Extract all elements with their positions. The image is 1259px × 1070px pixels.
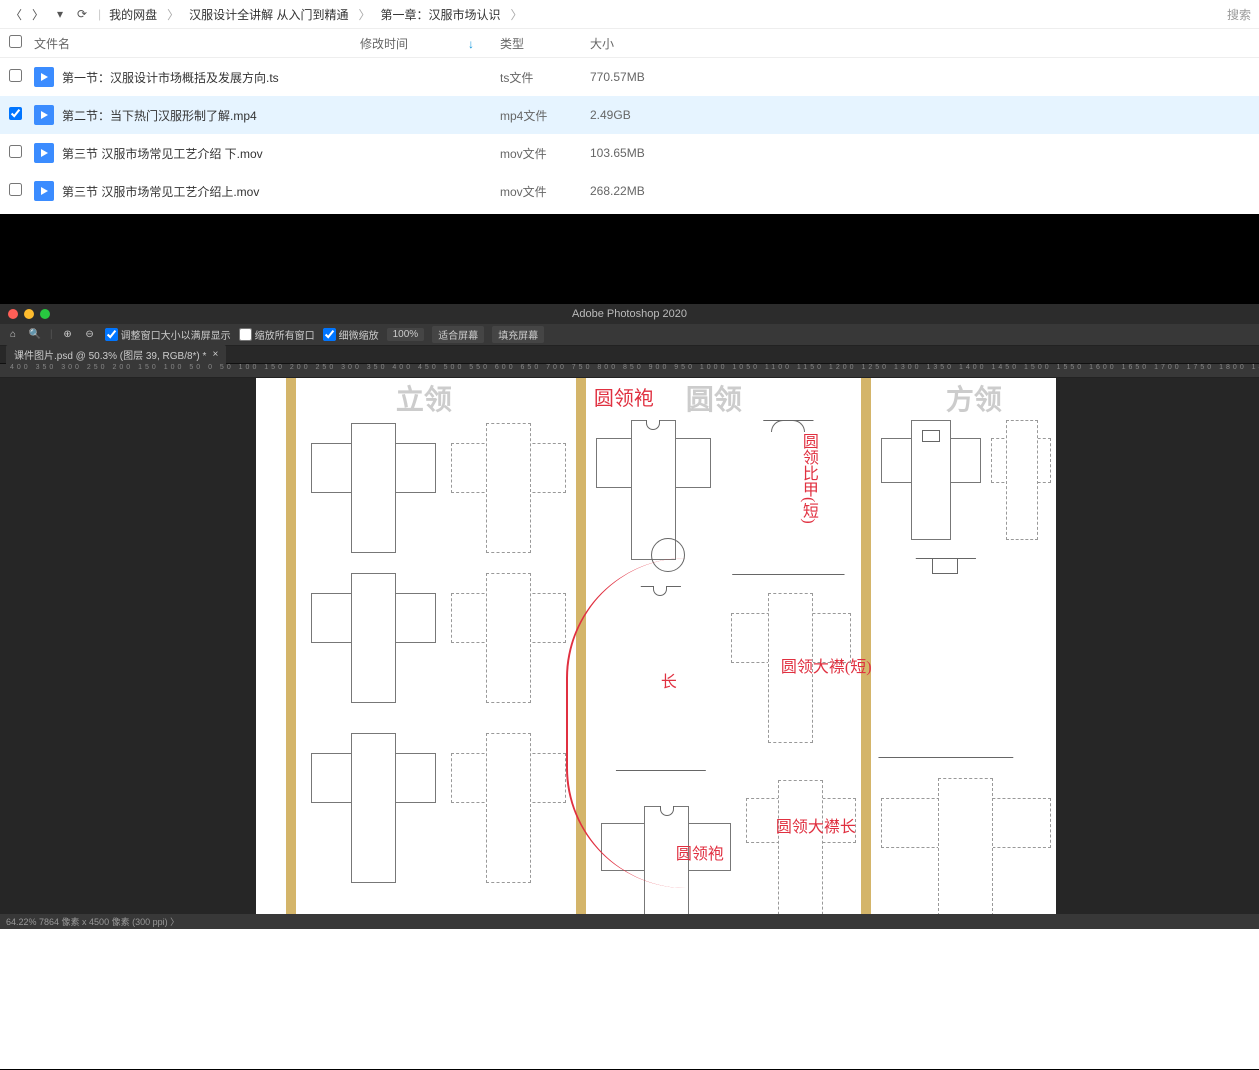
square-collar [932, 558, 958, 574]
file-name: 第二节：当下热门汉服形制了解.mp4 [62, 107, 257, 124]
zoom-all-checkbox[interactable]: 缩放所有窗口 [239, 327, 315, 342]
table-row[interactable]: 第三节 汉服市场常见工艺介绍上.mov mov文件268.22MB [0, 172, 1259, 210]
file-browser: 〈 〉 ▾ ⟳ | 我的网盘 〉 汉服设计全讲解 从入门到精通 〉 第一章：汉服… [0, 0, 1259, 214]
neckline [771, 420, 805, 432]
document-tab-bar: 课件图片.psd @ 50.3% (图层 39, RGB/8*) *× [0, 346, 1259, 364]
zoom-100-button[interactable]: 100% [387, 328, 425, 341]
browser-toolbar: 〈 〉 ▾ ⟳ | 我的网盘 〉 汉服设计全讲解 从入门到精通 〉 第一章：汉服… [0, 0, 1259, 28]
video-file-icon [34, 181, 54, 201]
garment-vest [726, 420, 851, 575]
column-title: 立领 [396, 378, 452, 418]
canvas-area: 400 350 300 250 200 150 100 50 0 50 100 … [0, 364, 1259, 929]
zoom-out-icon[interactable]: ⊖ [83, 328, 97, 342]
table-row[interactable]: 第二节：当下热门汉服形制了解.mp4 mp4文件2.49GB [0, 96, 1259, 134]
select-all-checkbox[interactable] [9, 35, 22, 48]
column-size[interactable]: 大小 [590, 35, 680, 52]
photoshop-window: Adobe Photoshop 2020 ⌂ 🔍 | ⊕ ⊖ 调整窗口大小以满屏… [0, 304, 1259, 929]
refresh-icon[interactable]: ⟳ [74, 6, 90, 22]
separator: | [98, 7, 101, 21]
annotation: 圆领大襟长 [776, 813, 856, 837]
bottom-whitespace [0, 929, 1259, 1069]
ruler-horizontal: 400 350 300 250 200 150 100 50 0 50 100 … [0, 364, 1259, 378]
chevron-right-icon: 〉 [359, 6, 371, 23]
status-bar: 64.22% 7864 像素 x 4500 像素 (300 ppi) 〉 [0, 914, 1259, 929]
window-titlebar: Adobe Photoshop 2020 [0, 304, 1259, 324]
separator: | [50, 329, 53, 340]
file-size: 103.65MB [590, 146, 680, 160]
row-checkbox[interactable] [9, 107, 22, 120]
fit-screen-button[interactable]: 适合屏幕 [432, 326, 484, 343]
column-title: 方领 [946, 378, 1002, 418]
column-title: 圆领 [686, 378, 742, 418]
file-list: 第一节：汉服设计市场概括及发展方向.ts ts文件770.57MB 第二节：当下热门… [0, 58, 1259, 210]
dropdown-icon[interactable]: ▾ [52, 6, 68, 22]
annotation: 圆领袍 [594, 382, 654, 411]
video-file-icon [34, 105, 54, 125]
column-type[interactable]: 类型 [500, 35, 590, 52]
back-icon[interactable]: 〈 [8, 6, 24, 22]
file-name: 第三节 汉服市场常见工艺介绍 下.mov [62, 145, 263, 162]
window-title: Adobe Photoshop 2020 [0, 308, 1259, 320]
breadcrumb[interactable]: 汉服设计全讲解 从入门到精通 [189, 6, 348, 23]
row-checkbox[interactable] [9, 183, 22, 196]
file-type: mp4文件 [500, 107, 590, 124]
resize-to-fit-checkbox[interactable]: 调整窗口大小以满屏显示 [105, 327, 231, 342]
garment-robe [871, 558, 1021, 758]
file-name: 第一节：汉服设计市场概括及发展方向.ts [62, 69, 279, 86]
close-tab-icon[interactable]: × [212, 349, 218, 360]
annotation: 圆领大襟(短) [781, 653, 872, 677]
table-row[interactable]: 第三节 汉服市场常见工艺介绍 下.mov mov文件103.65MB [0, 134, 1259, 172]
video-file-icon [34, 143, 54, 163]
file-size: 268.22MB [590, 184, 680, 198]
annotation: 圆领比甲(短) [796, 433, 820, 524]
search-input[interactable]: 搜索 [1227, 6, 1251, 23]
breadcrumb[interactable]: 我的网盘 [109, 6, 157, 23]
home-icon[interactable]: ⌂ [6, 328, 20, 342]
row-checkbox[interactable] [9, 69, 22, 82]
sort-desc-icon: ↓ [468, 37, 474, 51]
forward-icon[interactable]: 〉 [30, 6, 46, 22]
zoom-in-icon[interactable]: ⊕ [61, 328, 75, 342]
chevron-right-icon: 〉 [511, 6, 523, 23]
table-row[interactable]: 第一节：汉服设计市场概括及发展方向.ts ts文件770.57MB [0, 58, 1259, 96]
file-list-header: 文件名 修改时间↓ 类型 大小 [0, 28, 1259, 58]
video-file-icon [34, 67, 54, 87]
scrubby-zoom-checkbox[interactable]: 细微缩放 [323, 327, 379, 342]
options-bar: ⌂ 🔍 | ⊕ ⊖ 调整窗口大小以满屏显示 缩放所有窗口 细微缩放 100% 适… [0, 324, 1259, 346]
file-type: mov文件 [500, 145, 590, 162]
breadcrumb[interactable]: 第一章：汉服市场认识 [381, 6, 501, 23]
document-tab[interactable]: 课件图片.psd @ 50.3% (图层 39, RGB/8*) *× [6, 345, 226, 364]
file-size: 770.57MB [590, 70, 680, 84]
file-type: ts文件 [500, 69, 590, 86]
chevron-right-icon: 〉 [167, 6, 179, 23]
artboard: 立领 圆领袍 圆领 方领 [256, 378, 1056, 914]
file-size: 2.49GB [590, 108, 680, 122]
file-name: 第三节 汉服市场常见工艺介绍上.mov [62, 183, 259, 200]
row-checkbox[interactable] [9, 145, 22, 158]
gap [0, 214, 1259, 304]
column-name[interactable]: 文件名 [30, 35, 360, 52]
fill-screen-button[interactable]: 填充屏幕 [492, 326, 544, 343]
canvas[interactable]: 立领 圆领袍 圆领 方领 [0, 378, 1259, 914]
zoom-icon[interactable]: 🔍 [28, 328, 42, 342]
column-mtime[interactable]: 修改时间↓ [360, 35, 500, 52]
file-type: mov文件 [500, 183, 590, 200]
